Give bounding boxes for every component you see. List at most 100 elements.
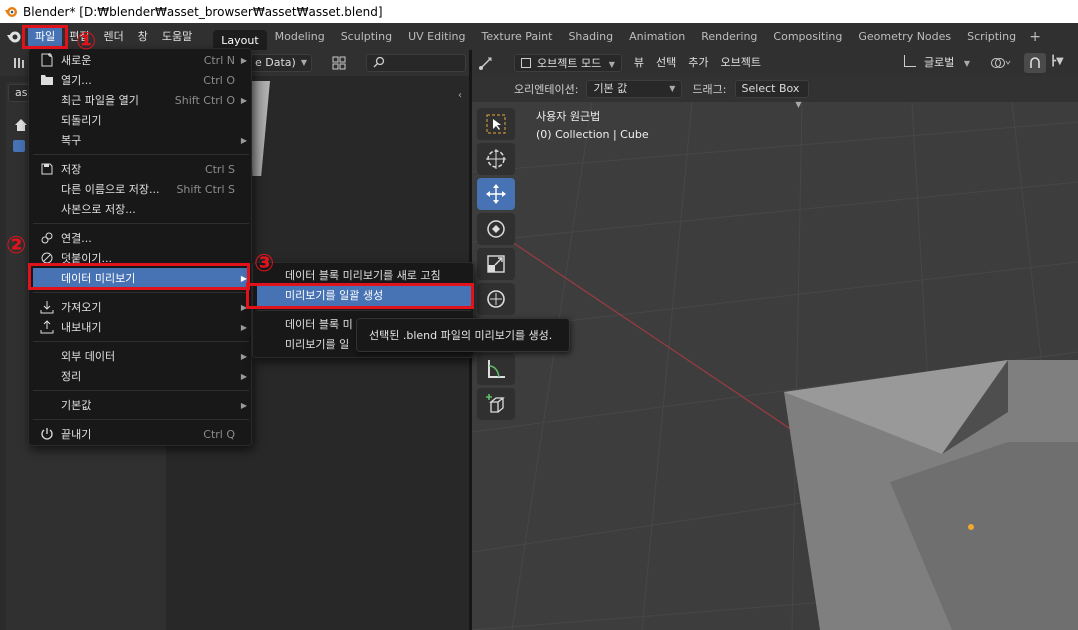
menu-item-export[interactable]: 내보내기 ▶: [33, 317, 249, 337]
chevron-down-icon: ▼: [608, 60, 615, 69]
select-box-tool[interactable]: [477, 108, 515, 140]
menu-separator: [33, 390, 249, 391]
menu-select[interactable]: 선택: [650, 54, 682, 72]
tab-rendering[interactable]: Rendering: [693, 27, 765, 47]
menu-render[interactable]: 렌더: [97, 26, 131, 48]
snap-icon[interactable]: [1024, 53, 1046, 73]
menu-item-open[interactable]: 열기... Ctrl O: [33, 70, 249, 90]
tab-scripting[interactable]: Scripting: [959, 27, 1024, 47]
scale-icon: [487, 255, 505, 273]
folder-icon: [37, 72, 57, 88]
rotate-tool[interactable]: [477, 213, 515, 245]
annotation-box-data-previews: [28, 263, 250, 290]
editor-type-icon[interactable]: [12, 55, 28, 74]
editor-type-icon[interactable]: [478, 55, 514, 71]
menu-item-recover[interactable]: 복구 ▶: [33, 130, 249, 150]
tab-animation[interactable]: Animation: [621, 27, 693, 47]
add-workspace-icon[interactable]: +: [1024, 27, 1046, 47]
scale-tool[interactable]: [477, 248, 515, 280]
tab-compositing[interactable]: Compositing: [765, 27, 850, 47]
chevron-down-icon: ▼: [795, 100, 802, 109]
annotation-number-3: ③: [254, 249, 275, 277]
mode-selector[interactable]: 오브젝트 모드 ▼: [514, 54, 622, 72]
search-icon: [373, 56, 385, 69]
submenu-arrow-icon: ▶: [240, 371, 248, 381]
menu-add[interactable]: 추가: [682, 54, 714, 72]
export-icon: [37, 319, 57, 335]
workspace-tabs: Layout Modeling Sculpting UV Editing Tex…: [213, 27, 1046, 52]
menu-item-defaults[interactable]: 기본값 ▶: [33, 395, 249, 415]
menu-separator: [257, 310, 471, 311]
tooltip: 선택된 .blend 파일의 미리보기를 생성.: [356, 318, 570, 352]
menu-item-save-as[interactable]: 다른 이름으로 저장... Shift Ctrl S: [33, 179, 249, 199]
submenu-arrow-icon: ▶: [240, 322, 248, 332]
collection-info: (0) Collection | Cube: [536, 128, 649, 141]
menu-item-open-recent[interactable]: 최근 파일을 열기 Shift Ctrl O ▶: [33, 90, 249, 110]
menu-window[interactable]: 창: [131, 26, 155, 48]
grid-view-icon[interactable]: [332, 55, 348, 74]
drag-label: 드래그:: [692, 83, 727, 96]
collapse-arrow-icon[interactable]: ‹: [458, 90, 462, 101]
tab-modeling[interactable]: Modeling: [267, 27, 333, 47]
transform-tool[interactable]: [477, 283, 515, 315]
cursor-icon: [486, 149, 506, 169]
orientation-dropdown[interactable]: 기본 값 ▼: [586, 80, 683, 98]
move-tool[interactable]: [477, 178, 515, 210]
menu-item-external-data[interactable]: 외부 데이터 ▶: [33, 346, 249, 366]
menu-separator: [33, 292, 249, 293]
menu-item-save[interactable]: 저장 Ctrl S: [33, 159, 249, 179]
menu-item-revert[interactable]: 되돌리기: [33, 110, 249, 130]
submenu-arrow-icon: ▶: [240, 351, 248, 361]
drag-dropdown[interactable]: Select Box ▼: [734, 80, 809, 109]
rotate-icon: [487, 220, 505, 238]
new-file-icon: [37, 52, 57, 68]
asset-search-input[interactable]: [366, 54, 466, 72]
transform-orientation-selector[interactable]: 글로벌 ▼: [904, 54, 970, 72]
menu-item-link[interactable]: 연결...: [33, 228, 249, 248]
tab-texture-paint[interactable]: Texture Paint: [473, 27, 560, 47]
view-name: 사용자 원근법: [536, 110, 601, 123]
asset-library-dropdown[interactable]: e Data) ▼: [248, 54, 312, 72]
measure-icon: [488, 360, 505, 378]
add-cube-tool[interactable]: [477, 388, 515, 420]
asset-search-field[interactable]: as: [8, 84, 30, 102]
menu-item-save-copy[interactable]: 사본으로 저장...: [33, 199, 249, 219]
home-icon[interactable]: [14, 118, 28, 135]
menu-help[interactable]: 도움말: [155, 26, 199, 48]
snap-target-icon[interactable]: ┣▼: [1050, 56, 1064, 67]
tab-sculpting[interactable]: Sculpting: [333, 27, 400, 47]
orientation-icon: [904, 55, 916, 67]
catalog-icon[interactable]: [13, 140, 25, 152]
window-title: Blender* [D:₩blender₩asset_browser₩asset…: [23, 4, 383, 19]
menu-object[interactable]: 오브젝트: [715, 54, 767, 72]
viewport-header: 오브젝트 모드 ▼ 뷰 선택 추가 오브젝트 글로벌 ▼ ┣▼: [472, 50, 1078, 76]
cursor-tool[interactable]: [477, 143, 515, 175]
select-box-icon: [486, 114, 506, 134]
viewport-info-overlay: 사용자 원근법 (0) Collection | Cube: [536, 108, 649, 144]
orientation-label: 오리엔테이션:: [514, 83, 579, 96]
pivot-icon[interactable]: [990, 56, 1012, 73]
menu-item-import[interactable]: 가져오기 ▶: [33, 297, 249, 317]
move-icon: [486, 184, 506, 204]
tool-shelf: [477, 108, 517, 423]
tab-shading[interactable]: Shading: [560, 27, 621, 47]
submenu-arrow-icon: ▶: [240, 55, 248, 65]
menu-item-quit[interactable]: 끝내기 Ctrl Q: [33, 424, 249, 444]
tab-geometry-nodes[interactable]: Geometry Nodes: [850, 27, 959, 47]
menu-item-clean-up[interactable]: 정리 ▶: [33, 366, 249, 386]
tab-uv-editing[interactable]: UV Editing: [400, 27, 473, 47]
tool-settings-bar: 오리엔테이션: 기본 값 ▼ 드래그: Select Box ▼: [472, 76, 1078, 109]
annotation-number-2: ②: [6, 231, 27, 259]
chevron-down-icon: ▼: [963, 59, 971, 68]
top-bar: 파일 편집 렌더 창 도움말 Layout Modeling Sculpting…: [0, 23, 1078, 52]
menu-view[interactable]: 뷰: [628, 54, 650, 72]
file-menu-dropdown: 새로운 Ctrl N ▶ 열기... Ctrl O 최근 파일을 열기 Shif…: [28, 48, 252, 446]
annotation-number-1: ①: [76, 27, 97, 55]
measure-tool[interactable]: [477, 353, 515, 385]
menu-item-new[interactable]: 새로운 Ctrl N ▶: [33, 50, 249, 70]
annotation-box-file-menu: [22, 25, 68, 49]
menu-separator: [33, 223, 249, 224]
import-icon: [37, 299, 57, 315]
quit-icon: [37, 426, 57, 442]
submenu-arrow-icon: ▶: [240, 400, 248, 410]
